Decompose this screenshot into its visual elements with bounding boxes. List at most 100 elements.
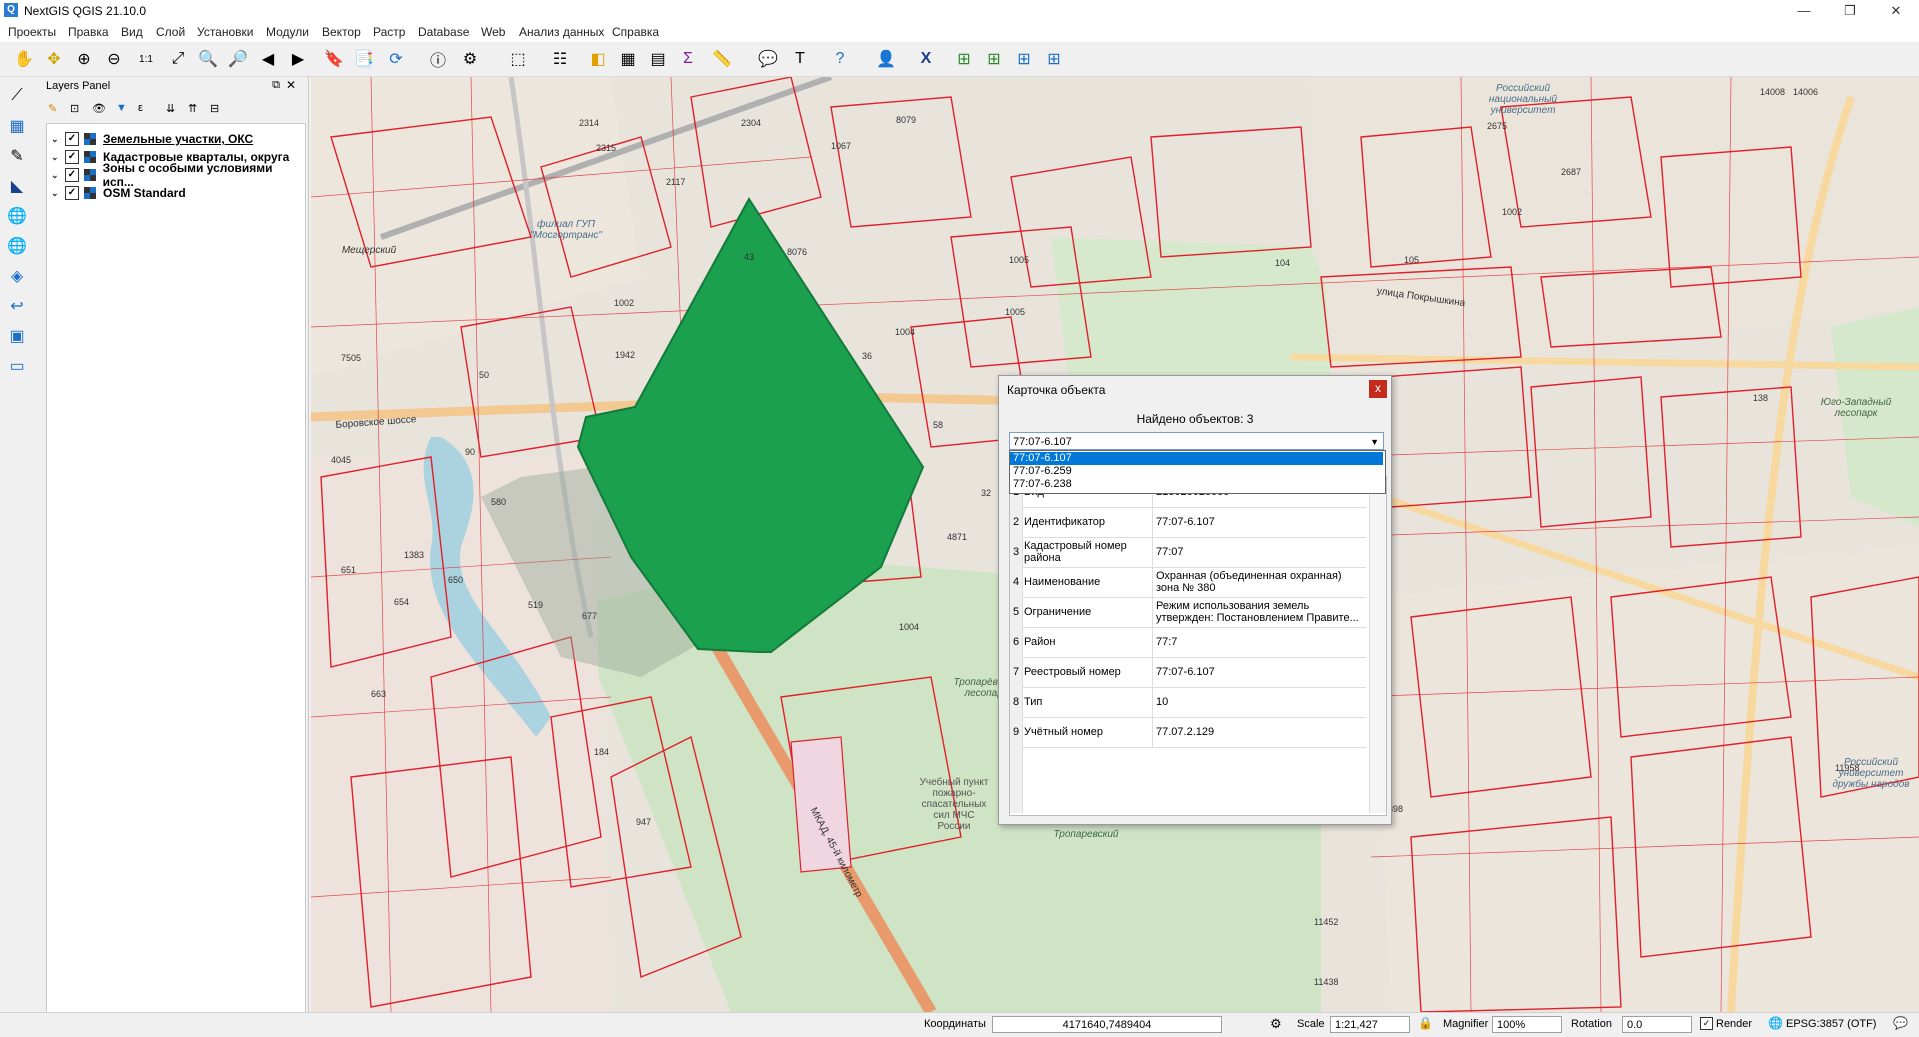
add-virtual-layer-icon[interactable]: ▣ [4, 323, 30, 349]
table-row[interactable]: 5 Ограничение Режим использования земель… [1010, 597, 1366, 628]
dropdown-option[interactable]: 77:07-6.238 [1010, 478, 1383, 491]
collapse-all-icon[interactable]: ⇈ [188, 102, 197, 115]
chevron-down-icon[interactable]: ▼ [1370, 433, 1379, 451]
messages-icon[interactable]: 💬 [1893, 1016, 1908, 1030]
map-tips-icon[interactable]: 💬 [756, 47, 780, 71]
deselect-icon[interactable]: ◧ [586, 47, 610, 71]
add-wcs-layer-icon[interactable]: ◈ [4, 263, 30, 289]
float-panel-icon[interactable]: ⧉ [272, 79, 280, 92]
menu-database[interactable]: Database [418, 25, 469, 39]
menu-edit[interactable]: Правка [68, 25, 109, 39]
render-checkbox[interactable]: ✓ [1700, 1017, 1713, 1030]
menu-view[interactable]: Вид [121, 25, 143, 39]
zoom-out-icon[interactable]: ⊖ [102, 47, 126, 71]
close-window-button[interactable]: ✕ [1873, 0, 1919, 22]
refresh-icon[interactable]: ⟳ [384, 47, 408, 71]
close-panel-icon[interactable]: ✕ [286, 78, 296, 92]
filter-legend-icon[interactable]: ▼ [116, 102, 127, 114]
menu-layer[interactable]: Слой [156, 25, 185, 39]
select-features-icon[interactable]: ⬚ [506, 47, 530, 71]
zoom-to-selection-icon[interactable]: 🔍 [196, 47, 220, 71]
coordinates-field[interactable]: 4171640,7489404 [992, 1016, 1222, 1033]
zoom-native-icon[interactable]: 1:1 [134, 47, 158, 71]
lock-icon[interactable]: 🔒 [1418, 1016, 1433, 1030]
add-raster-icon[interactable]: ⊞ [982, 47, 1006, 71]
add-group-icon[interactable]: ⊡ [70, 102, 79, 115]
add-wms-layer-icon[interactable]: 🌐 [4, 203, 30, 229]
object-select[interactable]: 77:07-6.107 ▼ [1009, 432, 1384, 450]
dropdown-option[interactable]: 77:07-6.107 [1010, 452, 1383, 465]
expand-all-icon[interactable]: ⇊ [166, 102, 175, 115]
menu-raster[interactable]: Растр [373, 25, 405, 39]
add-vector-layer-icon[interactable]: ⟋ [4, 83, 30, 109]
table-row[interactable]: 2 Идентификатор 77:07-6.107 [1010, 507, 1366, 538]
add-delimited-text-icon[interactable]: ✎ [4, 143, 30, 169]
field-calculator-icon[interactable]: ▤ [646, 47, 670, 71]
table-scrollbar[interactable] [1369, 477, 1386, 813]
menu-web[interactable]: Web [481, 25, 505, 39]
table-row[interactable]: 4 Наименование Охранная (объединенная ох… [1010, 567, 1366, 598]
show-bookmarks-icon[interactable]: 📑 [352, 47, 376, 71]
identify-icon[interactable]: ⓘ [426, 47, 450, 71]
zoom-last-icon[interactable]: ◀ [256, 47, 280, 71]
menu-analysis[interactable]: Анализ данных [519, 25, 604, 39]
table-row[interactable]: 3 Кадастровый номер района 77:07 [1010, 537, 1366, 568]
filter-expression-icon[interactable]: ε [138, 102, 143, 114]
crs-label[interactable]: EPSG:3857 (OTF) [1786, 1018, 1876, 1030]
layer-checkbox[interactable]: ✓ [65, 186, 79, 200]
menu-plugins[interactable]: Модули [266, 25, 309, 39]
magnifier-field[interactable]: 100% [1492, 1016, 1562, 1033]
action-icon[interactable]: ⚙ [458, 47, 482, 71]
layer-item[interactable]: ⌄ ✓ OSM Standard [51, 184, 186, 202]
user-icon[interactable]: 👤 [874, 47, 898, 71]
zoom-full-icon[interactable]: ⤢ [166, 47, 190, 71]
chevron-down-icon[interactable]: ⌄ [51, 170, 61, 181]
select-by-value-icon[interactable]: ☷ [548, 47, 572, 71]
layer-checkbox[interactable]: ✓ [64, 168, 79, 182]
zoom-next-icon[interactable]: ▶ [286, 47, 310, 71]
rotation-field[interactable]: 0.0 [1622, 1016, 1692, 1033]
menu-help[interactable]: Справка [612, 25, 659, 39]
zoom-in-icon[interactable]: ⊕ [72, 47, 96, 71]
chevron-down-icon[interactable]: ⌄ [51, 188, 61, 199]
menu-projects[interactable]: Проекты [8, 25, 56, 39]
new-layer-icon[interactable]: ▭ [4, 353, 30, 379]
zoom-to-layer-icon[interactable]: 🔎 [226, 47, 250, 71]
text-annotation-icon[interactable]: T [788, 47, 812, 71]
add-raster-layer-icon[interactable]: ▦ [4, 113, 30, 139]
table-row[interactable]: 9 Учётный номер 77.07.2.129 [1010, 717, 1366, 748]
measure-icon[interactable]: 📏 [710, 47, 734, 71]
help-icon[interactable]: ? [828, 47, 852, 71]
dialog-close-button[interactable]: x [1369, 380, 1387, 398]
chevron-down-icon[interactable]: ⌄ [51, 152, 61, 163]
scale-field[interactable]: 1:21,427 [1330, 1016, 1410, 1033]
remove-layer-icon[interactable]: ⊟ [210, 102, 219, 115]
pan-to-selection-icon[interactable]: ✥ [42, 47, 66, 71]
table-row[interactable]: 8 Тип 10 [1010, 687, 1366, 718]
table-row[interactable]: 6 Район 77:7 [1010, 627, 1366, 658]
new-bookmark-icon[interactable]: 🔖 [322, 47, 346, 71]
restore-button[interactable]: ❐ [1827, 0, 1873, 22]
statistics-icon[interactable]: Σ [676, 47, 700, 71]
menu-vector[interactable]: Вектор [322, 25, 361, 39]
attribute-table-icon[interactable]: ▦ [616, 47, 640, 71]
add-wfs-layer-icon[interactable]: 🌐 [4, 233, 30, 259]
table-row[interactable]: 7 Реестровый номер 77:07-6.107 [1010, 657, 1366, 688]
layer-checkbox[interactable]: ✓ [65, 150, 79, 164]
menu-settings[interactable]: Установки [197, 25, 253, 39]
dropdown-option[interactable]: 77:07-6.259 [1010, 465, 1383, 478]
layer-checkbox[interactable]: ✓ [65, 132, 79, 146]
pan-icon[interactable]: ✋ [12, 47, 36, 71]
layer-item[interactable]: ⌄ ✓ Зоны с особыми условиями исп... [51, 161, 305, 189]
add-layer-icon[interactable]: ⊞ [952, 47, 976, 71]
x-plugin-icon[interactable]: X [914, 47, 938, 71]
add-postgis-icon[interactable]: ◣ [4, 173, 30, 199]
minimize-button[interactable]: — [1781, 0, 1827, 22]
open-styling-icon[interactable]: ✎ [48, 102, 57, 115]
toggle-extents-icon[interactable]: ⚙ [1270, 1016, 1282, 1032]
add-wms-icon[interactable]: ⊞ [1012, 47, 1036, 71]
manage-visibility-icon[interactable]: 👁 [92, 102, 106, 115]
search-layer-icon[interactable]: ⊞ [1042, 47, 1066, 71]
layer-item[interactable]: ⌄ ✓ Земельные участки, ОКС [51, 130, 253, 148]
add-geonode-icon[interactable]: ↩ [4, 293, 30, 319]
